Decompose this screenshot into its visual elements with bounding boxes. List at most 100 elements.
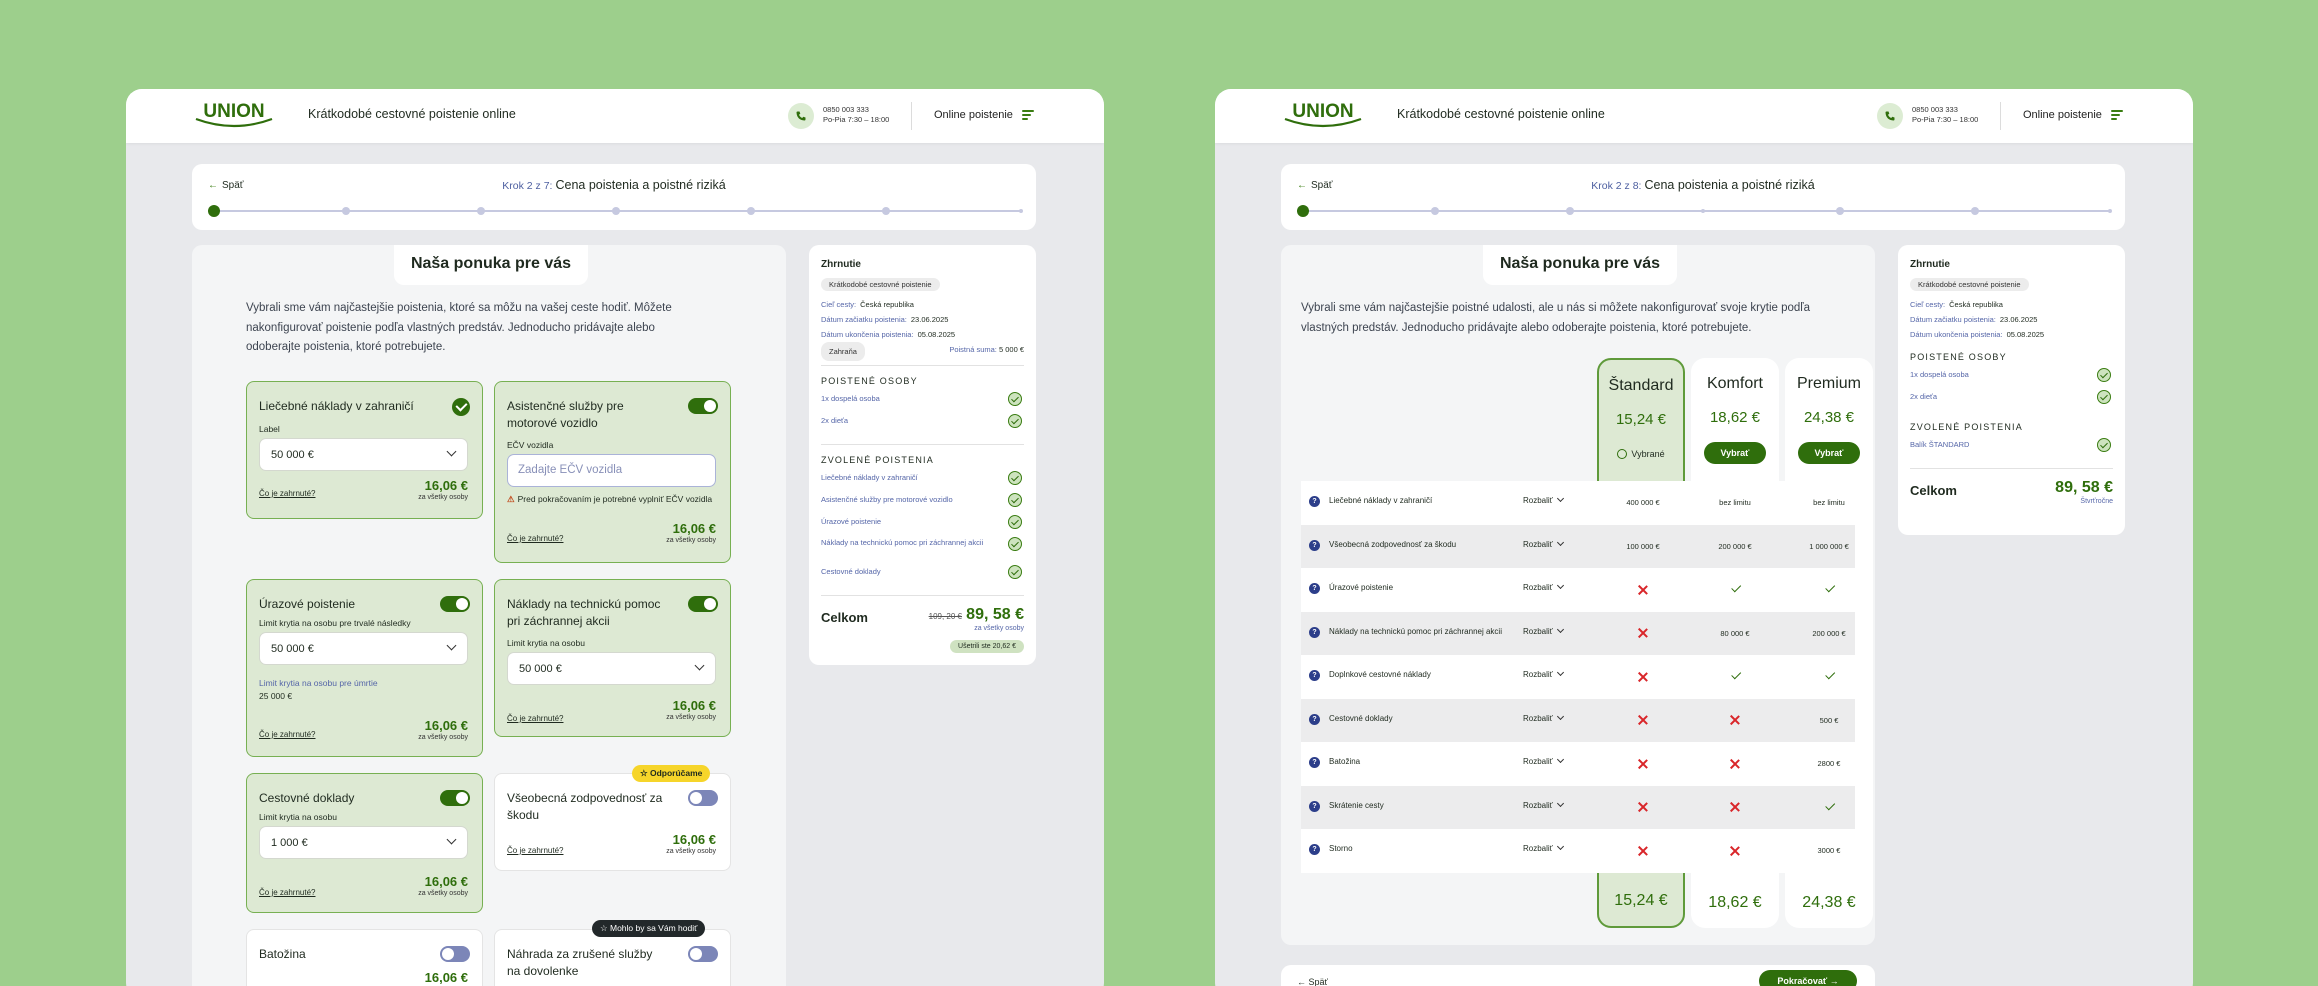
union-logo[interactable]: UNION [192,99,276,131]
help-icon[interactable]: ? [1309,626,1320,638]
divider [911,102,912,130]
summary-item: Liečebné náklady v zahraničí [821,471,1024,493]
product-pill: Krátkodobé cestovné poistenie [821,278,940,291]
price: 16,06 € [424,478,468,493]
expand-toggle[interactable]: Rozbaliť [1523,844,1563,853]
expand-toggle[interactable]: Rozbaliť [1523,757,1563,766]
expand-toggle[interactable]: Rozbaliť [1523,801,1563,810]
hamburger-menu-icon[interactable] [2111,110,2123,122]
coverage-value: 3000 € [1817,846,1841,856]
step-dot [2108,209,2112,213]
cross-icon [1599,568,1687,612]
stepper-card: ← Späť Krok 2 z 7: Cena poistenia a poistn… [192,164,1036,230]
plan-price: 18,62 € [1709,409,1761,426]
hamburger-menu-icon[interactable] [1022,110,1034,122]
limit-select[interactable]: 50 000 € [507,652,716,685]
check-circle-icon [2097,368,2111,382]
table-row: ? Liečebné náklady v zahraničí Rozbaliť 400… [1301,481,1855,525]
summary-end-date: Dátum ukončenia poistenia: 05.08.2025 [821,330,956,339]
expand-toggle[interactable]: Rozbaliť [1523,583,1563,592]
help-icon[interactable]: ? [1309,670,1320,681]
card-medical-costs: Liečebné náklady v zahraničí Label 50 00… [246,381,483,519]
check-icon [1785,568,1873,612]
check-icon [1785,786,1873,830]
coverage-label: Doplnkové cestovné náklady [1329,670,1431,679]
toggle-on[interactable] [440,596,470,612]
cross-icon [1599,786,1687,830]
help-icon[interactable]: ? [1309,496,1320,507]
select-plan-button[interactable]: Vybrať [1798,442,1860,464]
coverage-value: 2800 € [1817,759,1841,769]
step-title: Krok 2 z 8: Cena poistenia a poistné rizi… [1591,178,1815,192]
toggle-off[interactable] [440,946,470,962]
expand-toggle[interactable]: Rozbaliť [1523,540,1563,549]
star-icon: ☆ [640,768,650,778]
step-dot [1431,207,1439,215]
old-price: 109, 20 € [928,612,962,621]
union-logo[interactable]: UNION [1281,99,1365,131]
limit-select[interactable]: 1 000 € [259,826,468,859]
cross-icon [1599,699,1687,743]
check-circle-icon [1617,449,1628,459]
toggle-on[interactable] [688,398,718,414]
whats-included-link[interactable]: Čo je zahrnuté? [259,888,315,897]
step-dot [1701,209,1705,213]
summary-card: Zhrnutie Krátkodobé cestovné poistenie C… [1898,245,2125,535]
back-link[interactable]: ← Späť [1297,977,1328,986]
phone-number[interactable]: 0850 003 333 [823,105,889,115]
left-screen: UNION Krátkodobé cestovné poistenie onli… [126,89,1104,986]
card-general-liability: Všeobecná zodpovednosť za škodu Čo je za… [494,773,731,871]
select-plan-button[interactable]: Vybrať [1704,442,1766,464]
progress-track [1297,205,2112,217]
step-dot [1971,207,1979,215]
expand-toggle[interactable]: Rozbaliť [1523,496,1563,505]
suggestion-badge: ☆ Mohlo by sa Vám hodiť [592,920,706,937]
whats-included-link[interactable]: Čo je zahrnuté? [507,534,563,543]
limit-select[interactable]: 50 000 € [259,632,468,665]
menu-label[interactable]: Online poistenie [2023,109,2102,121]
plan-price-bottom: 24,38 € [1802,894,1856,911]
whats-included-link[interactable]: Čo je zahrnuté? [259,489,315,498]
price: 16,06 € [424,970,468,985]
phone-number[interactable]: 0850 003 333 [1912,105,1978,115]
summary-title: Zhrnutie [1910,259,1950,270]
whats-included-link[interactable]: Čo je zahrnuté? [259,730,315,739]
continue-button[interactable]: Pokračovať → [1759,970,1857,986]
summary-card: Zhrnutie Krátkodobé cestovné poistenie C… [809,245,1036,665]
table-row: ? Batožina Rozbaliť 2800 € [1301,742,1855,786]
step-dot-current [208,205,220,217]
price-note: za všetky osoby [666,537,716,544]
whats-included-link[interactable]: Čo je zahrnuté? [507,846,563,855]
coverage-value: 200 000 € [1718,541,1752,551]
phone-icon[interactable] [788,103,814,129]
toggle-off[interactable] [688,946,718,962]
cross-icon [1691,829,1779,873]
expand-toggle[interactable]: Rozbaliť [1523,670,1563,679]
card-vehicle-assistance: Asistenčné služby pre motorové vozidlo E… [494,381,731,563]
menu-label[interactable]: Online poistenie [934,109,1013,121]
price: 16,06 € [672,698,716,713]
help-icon[interactable]: ? [1309,713,1320,725]
header-title: Krátkodobé cestovné poistenie online [308,107,516,121]
help-icon[interactable]: ? [1309,844,1320,855]
phone-hours: Po-Pia 7:30 – 18:00 [823,115,890,124]
expand-toggle[interactable]: Rozbaliť [1523,627,1563,636]
limit-select[interactable]: 50 000 € [259,438,468,471]
help-icon[interactable]: ? [1309,800,1320,812]
toggle-on[interactable] [440,790,470,806]
product-pill: Krátkodobé cestovné poistenie [1910,278,2029,291]
toggle-off[interactable] [688,790,718,806]
expand-toggle[interactable]: Rozbaliť [1523,714,1563,723]
warning-icon: ⚠ [507,494,515,504]
cross-icon [1691,742,1779,786]
whats-included-link[interactable]: Čo je zahrnuté? [507,714,563,723]
toggle-on[interactable] [688,596,718,612]
help-icon[interactable]: ? [1309,539,1320,551]
coverage-label: Skrátenie cesty [1329,800,1384,810]
help-icon[interactable]: ? [1309,757,1320,768]
summary-zone-sum: Zahraňa Poistná suma: 5 000 € [821,342,1024,361]
help-icon[interactable]: ? [1309,583,1320,594]
plate-number-input[interactable]: Zadajte EČV vozidla [507,454,716,487]
checkmark-icon[interactable] [452,398,470,416]
phone-icon[interactable] [1877,103,1903,129]
